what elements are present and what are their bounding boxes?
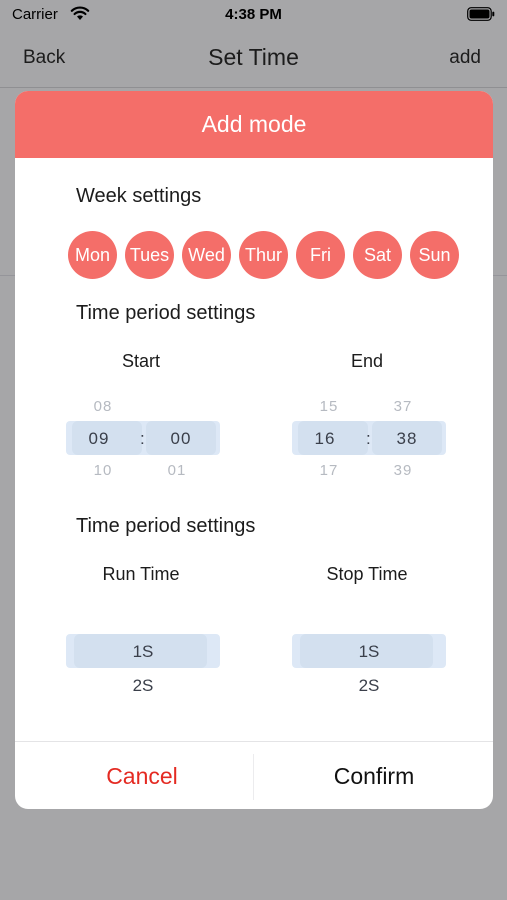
dialog-header: Add mode <box>15 91 493 158</box>
day-label: Wed <box>188 244 225 265</box>
end-minute-prev: 37 <box>393 398 413 415</box>
clock: 4:38 PM <box>225 6 282 23</box>
day-thur-button[interactable]: Thur <box>239 231 288 279</box>
footer-divider <box>253 754 254 800</box>
add-button[interactable]: add <box>449 47 481 69</box>
page-title: Set Time <box>208 44 299 70</box>
run-time-picker[interactable]: 1S 2S <box>66 600 220 700</box>
end-hour-next: 17 <box>319 462 339 479</box>
dialog-footer: Cancel Confirm <box>15 741 493 809</box>
day-label: Tues <box>129 244 170 265</box>
end-time-picker[interactable]: 15 16 17 : 37 38 39 <box>292 387 446 487</box>
end-minute-value[interactable]: 38 <box>377 429 437 449</box>
day-label: Fri <box>310 244 331 265</box>
day-label: Mon <box>74 244 110 265</box>
run-time-label: Run Time <box>102 564 180 584</box>
day-label: Thur <box>244 244 282 265</box>
end-hour-prev: 15 <box>319 398 339 415</box>
start-hour-prev: 08 <box>93 398 113 415</box>
day-sat-button[interactable]: Sat <box>353 231 402 279</box>
start-minute-value[interactable]: 00 <box>151 429 211 449</box>
time-period-title: Time period settings <box>76 302 256 324</box>
day-wed-button[interactable]: Wed <box>182 231 231 279</box>
add-mode-dialog: Add mode Week settings Mon Tues Wed Thur… <box>15 91 493 809</box>
day-mon-button[interactable]: Mon <box>68 231 117 279</box>
cancel-button[interactable]: Cancel <box>23 742 261 809</box>
weekday-selector: Mon Tues Wed Thur Fri Sat Sun <box>68 231 461 279</box>
day-label: Sun <box>418 244 451 265</box>
day-label: Sat <box>363 244 392 265</box>
run-time-next: 2S <box>132 676 154 695</box>
run-period-title: Time period settings <box>76 515 256 537</box>
day-fri-button[interactable]: Fri <box>296 231 345 279</box>
end-hour-value[interactable]: 16 <box>295 429 355 449</box>
time-separator: : <box>366 429 371 448</box>
time-separator: : <box>140 429 145 448</box>
day-sun-button[interactable]: Sun <box>410 231 459 279</box>
run-time-value[interactable]: 1S <box>66 642 220 662</box>
start-hour-value[interactable]: 09 <box>69 429 129 449</box>
navigation-bar: Back Set Time add <box>0 30 507 88</box>
start-minute-next: 01 <box>167 462 187 479</box>
stop-time-next: 2S <box>358 676 380 695</box>
end-minute-next: 39 <box>393 462 413 479</box>
stop-time-picker[interactable]: 1S 2S <box>292 600 446 700</box>
dialog-title: Add mode <box>201 111 307 137</box>
end-label: End <box>350 351 384 371</box>
status-bar: Carrier 4:38 PM <box>0 0 507 30</box>
confirm-button[interactable]: Confirm <box>255 742 493 809</box>
day-tues-button[interactable]: Tues <box>125 231 174 279</box>
stop-time-label: Stop Time <box>326 564 408 584</box>
start-hour-next: 10 <box>93 462 113 479</box>
stop-time-value[interactable]: 1S <box>292 642 446 662</box>
start-label: Start <box>121 351 160 371</box>
week-settings-title: Week settings <box>76 185 202 207</box>
battery-icon <box>467 7 495 25</box>
start-time-picker[interactable]: 08 09 10 : 00 01 <box>66 387 220 487</box>
